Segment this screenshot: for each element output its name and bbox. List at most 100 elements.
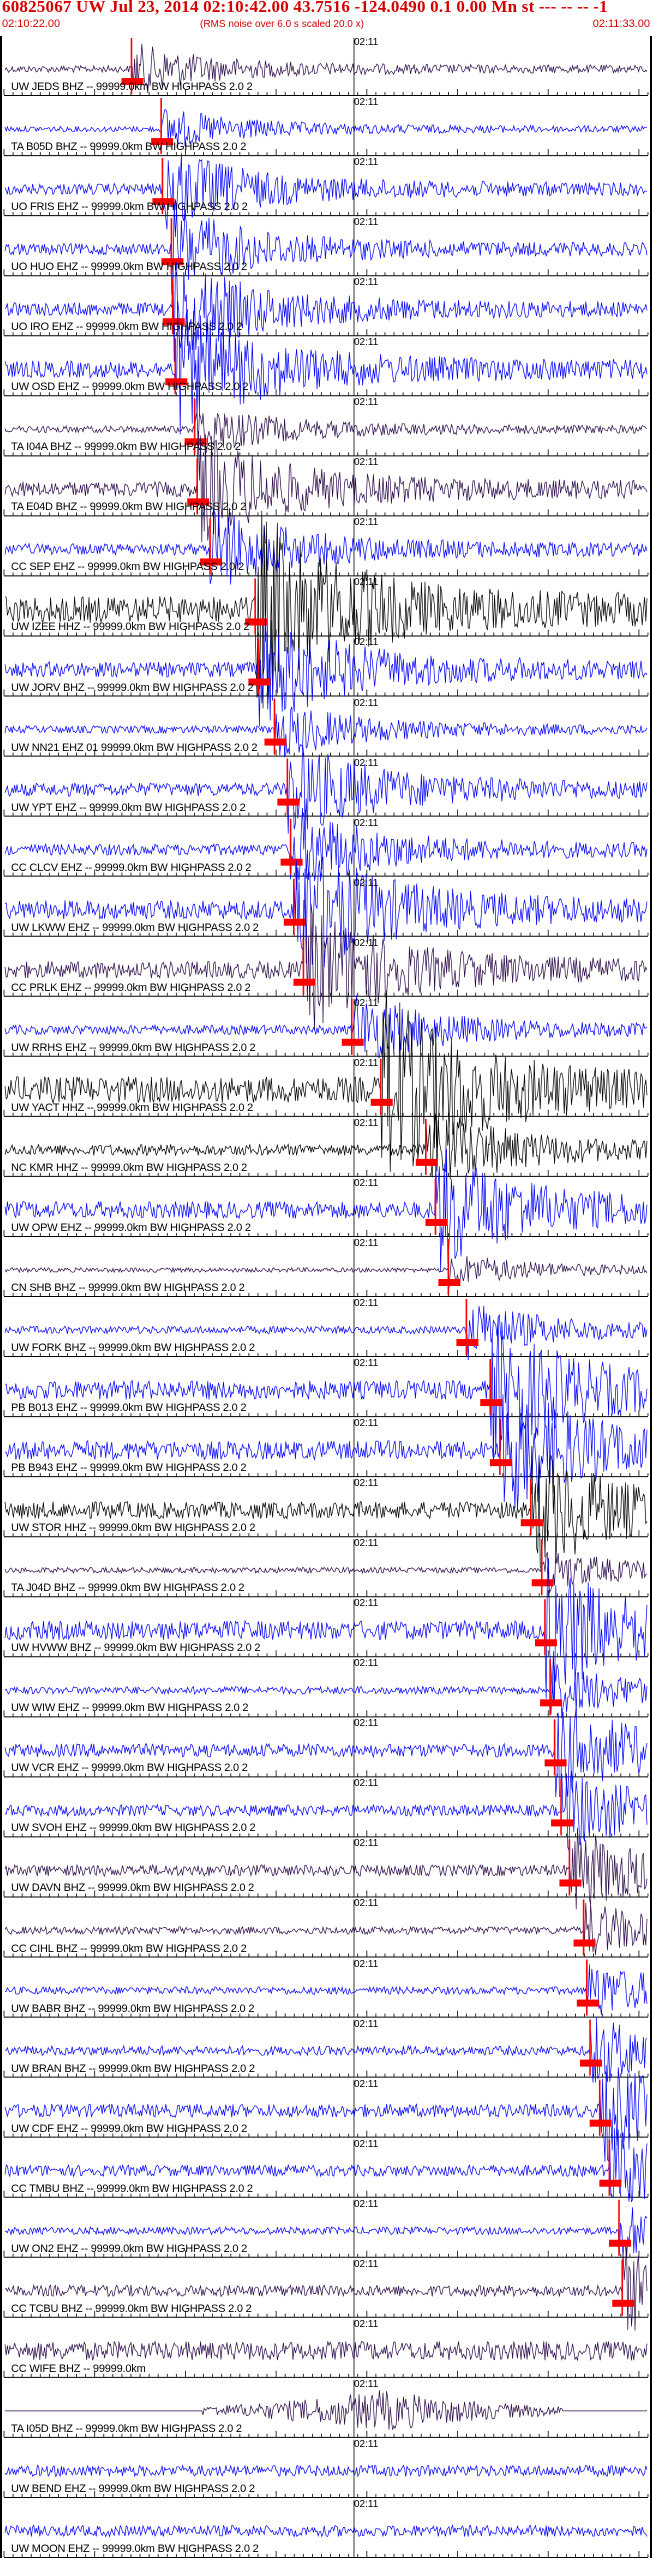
minute-tick-label: 02:11 (354, 637, 379, 649)
minute-tick-label: 02:11 (354, 817, 379, 829)
seismogram-header: 60825067 UW Jul 23, 2014 02:10:42.00 43.… (0, 0, 652, 38)
trace-row (3, 744, 649, 834)
minute-tick-label: 02:11 (354, 337, 379, 349)
station-label: TA B05D BHZ -- 99999.0km BW HIGHPASS 2.0… (11, 141, 247, 154)
minute-tick-label: 02:11 (354, 37, 379, 48)
pick-flag (425, 1218, 448, 1226)
station-label: UW BEND EHZ -- 99999.0km BW HIGHPASS 2.0… (11, 2482, 255, 2495)
trace-row (3, 152, 649, 230)
seismogram-plot: UW JEDS BHZ -- 99999.0km BW HIGHPASS 2.0… (0, 36, 652, 2558)
station-label: CC SEP EHZ -- 99999.0km BW HIGHPASS 2.0 … (11, 561, 244, 574)
trace-row (3, 205, 649, 296)
minute-tick-label: 02:11 (354, 157, 379, 169)
minute-tick-label: 02:11 (354, 937, 379, 949)
station-label: CC TMBU BHZ -- 99999.0km BW HIGHPASS 2.0… (11, 2182, 253, 2195)
pick-flag (609, 2239, 632, 2247)
minute-tick-label: 02:11 (354, 1838, 379, 1850)
waveform (4, 2246, 648, 2331)
station-label: UW RRHS EHZ -- 99999.0km BW HIGHPASS 2.0… (11, 1041, 256, 1054)
station-label: UW ON2 EHZ -- 99999.0km BW HIGHPASS 2.0 … (11, 2242, 248, 2255)
station-label: CC WIFE BHZ -- 99999.0km (11, 2362, 146, 2375)
minute-tick-label: 02:11 (354, 2258, 379, 2270)
waveform (4, 2464, 648, 2478)
minute-tick-label: 02:11 (354, 2198, 379, 2210)
minute-tick-label: 02:11 (354, 577, 379, 589)
trace-canvas (3, 38, 649, 2558)
station-label: UW VCR EHZ -- 99999.0km BW HIGHPASS 2.0 … (11, 1762, 248, 1775)
station-label: CC TCBU BHZ -- 99999.0km BW HIGHPASS 2.0… (11, 2302, 252, 2315)
station-label: CN SHB BHZ -- 99999.0km BW HIGHPASS 2.0 … (11, 1282, 245, 1294)
station-label: TA I05D BHZ -- 99999.0km BW HIGHPASS 2.0… (11, 2422, 242, 2435)
waveform (4, 807, 648, 890)
minute-tick-label: 02:11 (354, 397, 379, 409)
trace-row (3, 261, 649, 362)
trace-row (3, 2246, 649, 2331)
station-label: UW MOON EHZ -- 99999.0km BW HIGHPASS 2.0… (11, 2543, 259, 2555)
minute-tick-label: 02:11 (354, 2318, 379, 2330)
pick-flag (531, 1579, 554, 1587)
station-label: UW HVWW BHZ -- 99999.0km BW HIGHPASS 2.0… (11, 1642, 261, 1655)
waveform (4, 1770, 648, 1851)
minute-tick-label: 02:11 (354, 217, 379, 229)
station-label: PB B013 EHZ -- 99999.0km BW HIGHPASS 2.0… (11, 1402, 247, 1415)
station-label: UW STOR HHZ -- 99999.0km BW HIGHPASS 2.0… (11, 1522, 256, 1535)
minute-tick-label: 02:11 (354, 2138, 379, 2150)
station-label: TA E04D BHZ -- 99999.0km BW HIGHPASS 2.0… (11, 501, 247, 514)
station-label: CC CIHL BHZ -- 99999.0km BW HIGHPASS 2.0… (11, 1942, 247, 1955)
pick-flag (480, 1399, 503, 1407)
station-label: UW JORV BHZ -- 99999.0km BW HIGHPASS 2.0… (11, 681, 254, 694)
minute-tick-label: 02:11 (354, 997, 379, 1009)
minute-tick-label: 02:11 (354, 1658, 379, 1670)
pick-flag (283, 918, 306, 926)
station-label: UW YPT EHZ -- 99999.0km BW HIGHPASS 2.0 … (11, 801, 246, 814)
minute-tick-label: 02:11 (354, 277, 379, 289)
minute-tick-label: 02:11 (354, 1898, 379, 1910)
minute-tick-label: 02:11 (354, 1418, 379, 1430)
station-label: PB B943 EHZ -- 99999.0km BW HIGHPASS 2.0… (11, 1462, 247, 1475)
trace-row (3, 1557, 649, 1700)
waveform (4, 2065, 648, 2163)
pick-flag (520, 1519, 543, 1527)
minute-tick-label: 02:11 (354, 2438, 379, 2450)
pick-flag (573, 1939, 596, 1947)
minute-tick-label: 02:11 (354, 1718, 379, 1730)
trace-row (3, 1827, 649, 1910)
station-label: CC CLCV EHZ -- 99999.0km BW HIGHPASS 2.0… (11, 861, 252, 874)
station-label: TA I04A BHZ -- 99999.0km BW HIGHPASS 2.0… (11, 441, 241, 454)
minute-tick-label: 02:11 (354, 877, 379, 889)
waveform (4, 2523, 648, 2538)
station-label: UW JEDS BHZ -- 99999.0km BW HIGHPASS 2.0… (11, 81, 253, 94)
minute-tick-label: 02:11 (354, 1778, 379, 1790)
station-label: UW CDF EHZ -- 99999.0km BW HIGHPASS 2.0 … (11, 2122, 248, 2135)
minute-tick-label: 02:11 (354, 1478, 379, 1490)
station-label: TA J04D BHZ -- 99999.0km BW HIGHPASS 2.0… (11, 1582, 245, 1595)
trace-row (3, 1317, 649, 1466)
pick-flag (438, 1279, 461, 1286)
waveform (4, 205, 648, 296)
trace-row (3, 2065, 649, 2163)
station-label: UW LKWW EHZ -- 99999.0km BW HIGHPASS 2.0… (11, 921, 259, 934)
pick-flag (341, 1038, 364, 1046)
pick-flag (370, 1098, 393, 1106)
start-time-label: 02:10:22.00 (2, 18, 61, 30)
waveform (4, 990, 648, 1173)
station-label: UW IZEE HHZ -- 99999.0km BW HIGHPASS 2.0… (11, 621, 250, 634)
minute-tick-label: 02:11 (354, 97, 379, 109)
trace-row (3, 1770, 649, 1851)
pick-flag (612, 2299, 635, 2307)
pick-flag (280, 858, 303, 866)
pick-flag (580, 2059, 603, 2067)
pick-flag (589, 2119, 612, 2127)
pick-flag (559, 1879, 582, 1887)
station-label: UW YACT HHZ -- 99999.0km BW HIGHPASS 2.0… (11, 1101, 254, 1114)
minute-tick-label: 02:11 (354, 757, 379, 769)
station-label: CC PRLK EHZ -- 99999.0km BW HIGHPASS 2.0… (11, 981, 251, 994)
minute-tick-label: 02:11 (354, 1598, 379, 1610)
rms-note: (RMS noise over 6.0 s scaled 20.0 x) (200, 19, 364, 30)
minute-tick-label: 02:11 (354, 1177, 379, 1189)
end-time-label: 02:11:33.00 (592, 18, 650, 30)
minute-tick-label: 02:11 (354, 2498, 379, 2510)
minute-tick-label: 02:11 (354, 517, 379, 529)
minute-tick-label: 02:11 (354, 1358, 379, 1370)
minute-tick-label: 02:11 (354, 1057, 379, 1069)
